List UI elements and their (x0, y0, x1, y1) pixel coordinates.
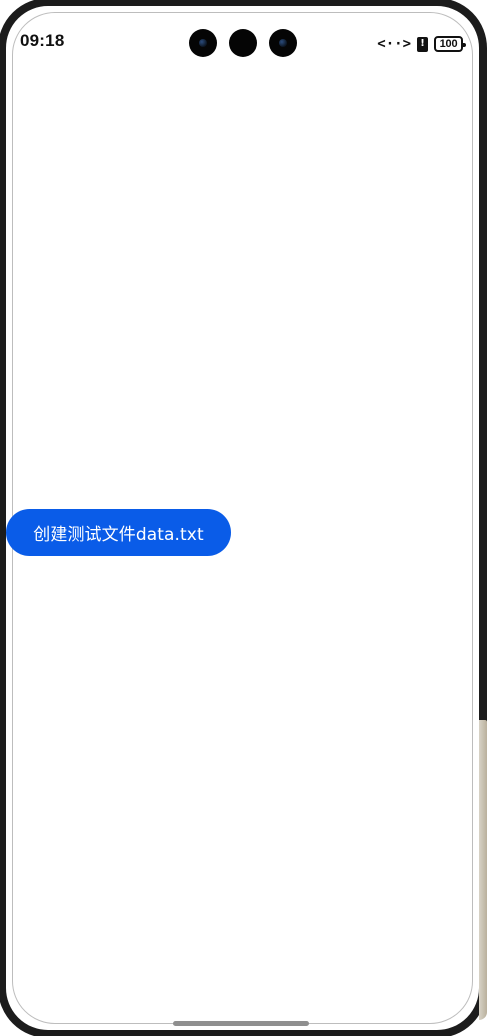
camera-cutout (189, 28, 297, 58)
side-frame-edge (479, 720, 487, 1020)
status-time: 09:18 (20, 31, 65, 50)
status-bar: 09:18 <··> ! 100 (0, 0, 487, 88)
phone-screen: 09:18 <··> ! 100 创建测试文件data.txt (0, 0, 487, 1036)
battery-level: 100 (439, 37, 458, 50)
developer-mode-icon: <··> (377, 36, 411, 52)
status-icons: <··> ! 100 (377, 35, 466, 53)
notification-alert-icon: ! (417, 36, 428, 52)
battery-icon: 100 (434, 36, 466, 52)
camera-lens-center-icon (229, 29, 257, 57)
camera-lens-left-icon (189, 29, 217, 57)
create-test-file-button[interactable]: 创建测试文件data.txt (6, 509, 231, 556)
camera-lens-right-icon (269, 29, 297, 57)
home-indicator[interactable] (173, 1021, 309, 1026)
